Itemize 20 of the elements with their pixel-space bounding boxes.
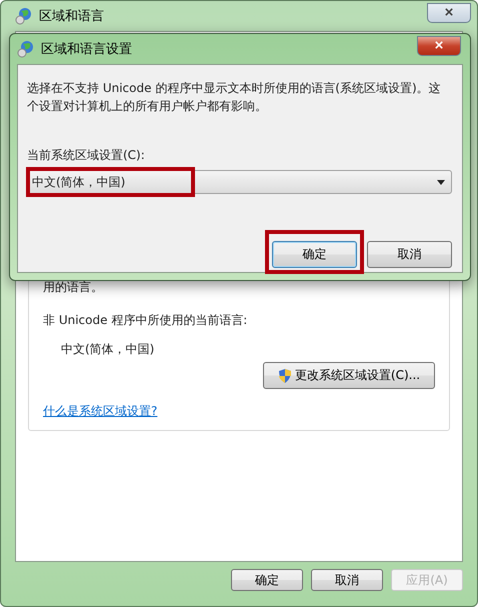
change-locale-button[interactable]: 更改系统区域设置(C)...: [263, 362, 435, 389]
dropdown-arrow-icon: [437, 180, 445, 184]
globe-icon: [15, 7, 33, 25]
current-language-label: 非 Unicode 程序中所使用的当前语言:: [43, 312, 248, 329]
shield-icon: [278, 368, 292, 384]
dialog-button[interactable]: 取消: [311, 569, 383, 591]
current-language-value: 中文(简体，中国): [61, 341, 156, 358]
close-button[interactable]: ×: [417, 36, 461, 56]
description-text: 用的语言。: [43, 279, 104, 296]
locale-label: 当前系统区域设置(C):: [27, 147, 146, 164]
dialog-title: 区域和语言设置: [41, 41, 132, 58]
help-link[interactable]: 什么是系统区域设置?: [43, 403, 158, 420]
globe-icon: [17, 40, 35, 58]
close-button[interactable]: ×: [427, 3, 471, 23]
window-title: 区域和语言: [39, 8, 104, 25]
description-text: 选择在不支持 Unicode 的程序中显示文本时所使用的语言(系统区域设置)。这个设置对计算机上的所有用户帐户都有影响。: [27, 80, 442, 115]
dialog-button[interactable]: 取消: [367, 241, 452, 268]
dialog-button[interactable]: 确定: [272, 241, 357, 268]
dialog-button[interactable]: 确定: [231, 569, 303, 591]
locale-dropdown[interactable]: 中文(简体，中国): [27, 170, 452, 194]
